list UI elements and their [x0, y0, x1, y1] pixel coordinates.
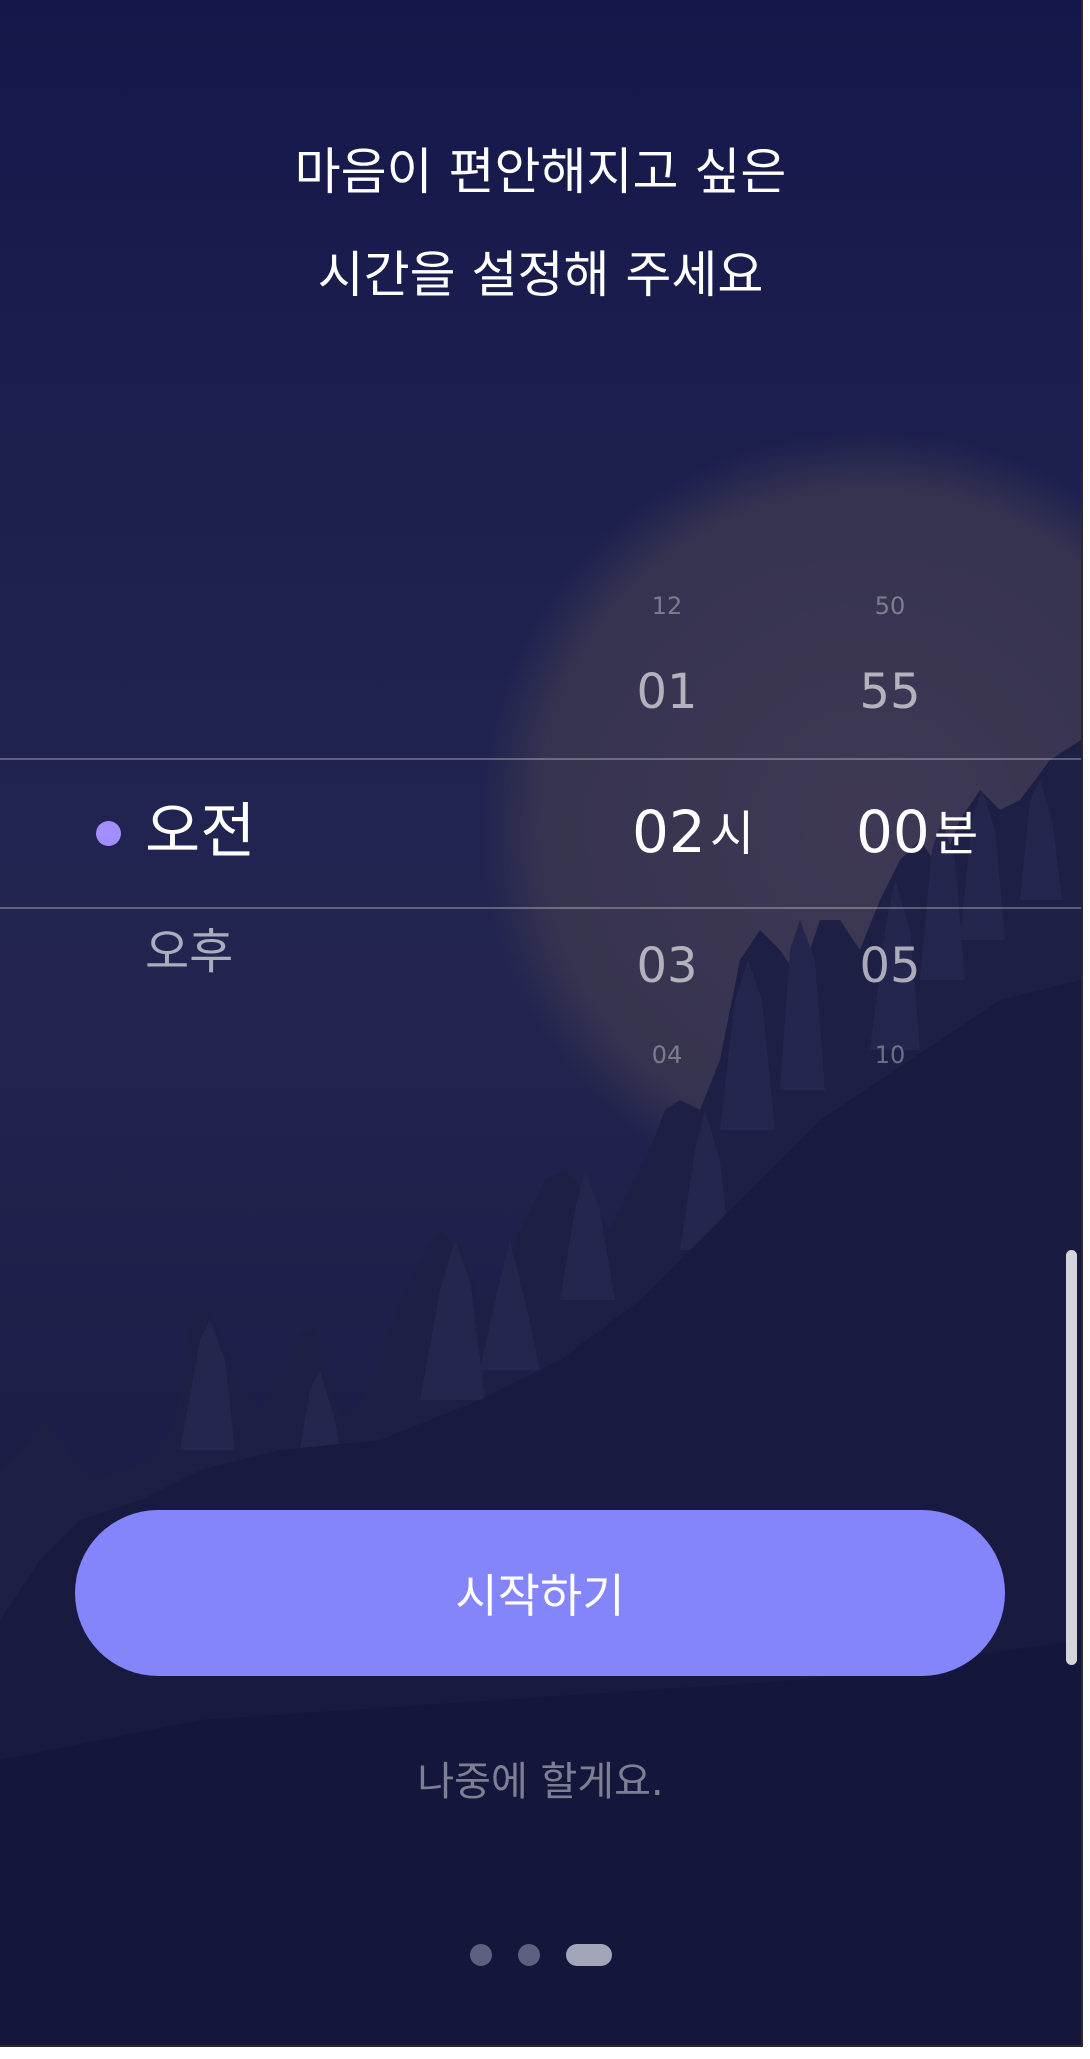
minute-option-far-below[interactable]: 10 [810, 1040, 970, 1070]
page-indicator-dot-1 [470, 1944, 492, 1966]
minute-option-far-above[interactable]: 50 [810, 591, 970, 621]
hour-unit-label: 시 [710, 806, 755, 862]
night-landscape-background [0, 430, 1081, 2045]
minute-option-above[interactable]: 55 [810, 664, 970, 720]
hour-option-far-below[interactable]: 04 [587, 1040, 747, 1070]
edge-panel-handle[interactable] [1066, 1250, 1077, 1665]
page-indicator-dot-active [566, 1944, 612, 1966]
period-option-pm[interactable]: 오후 [145, 922, 233, 982]
later-link[interactable]: 나중에 할게요. [0, 1756, 1081, 1808]
minute-selected[interactable]: 00 [856, 797, 930, 867]
period-option-am[interactable]: 오전 [145, 796, 255, 868]
hour-selected[interactable]: 02 [632, 797, 706, 867]
page-title-line1: 마음이 편안해지고 싶은 [294, 143, 787, 201]
onboarding-screen: 마음이 편안해지고 싶은 시간을 설정해 주세요 오전 오후 12 01 02 … [0, 0, 1083, 2047]
picker-selection-line-top [0, 758, 1081, 760]
minute-unit-label: 분 [934, 806, 979, 862]
hour-option-above[interactable]: 01 [587, 664, 747, 720]
picker-selection-line-bottom [0, 907, 1081, 909]
hour-option-far-above[interactable]: 12 [587, 591, 747, 621]
selected-period-dot [96, 821, 121, 846]
hour-option-below[interactable]: 03 [587, 938, 747, 994]
start-button[interactable]: 시작하기 [75, 1510, 1005, 1676]
page-title-line2: 시간을 설정해 주세요 [317, 246, 764, 304]
page-indicator-dot-2 [518, 1944, 540, 1966]
minute-option-below[interactable]: 05 [810, 938, 970, 994]
